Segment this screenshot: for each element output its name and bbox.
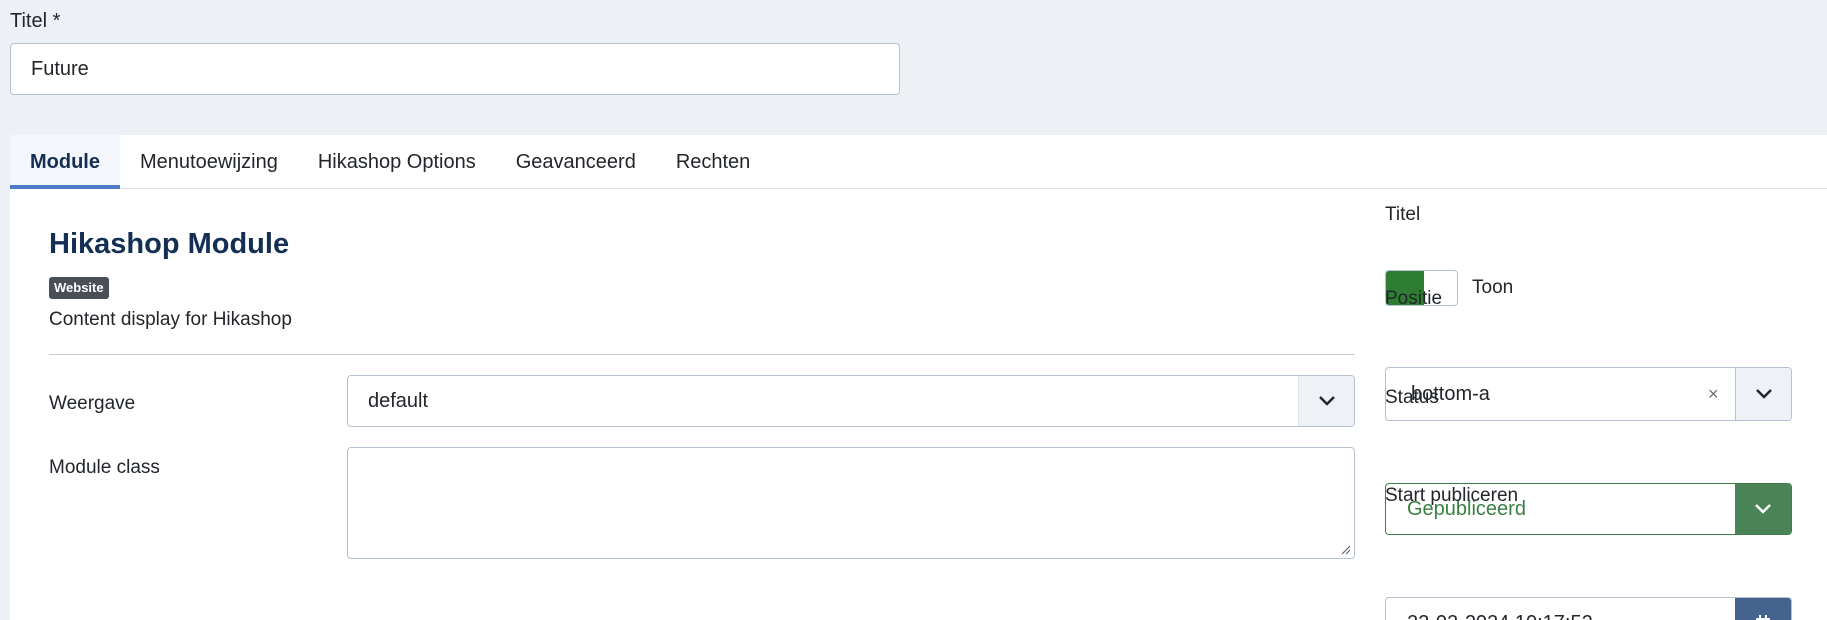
divider bbox=[49, 354, 1355, 355]
module-description: Content display for Hikashop bbox=[49, 309, 292, 330]
module-heading: Hikashop Module bbox=[49, 228, 290, 260]
module-class-textarea[interactable] bbox=[347, 447, 1355, 559]
module-class-label: Module class bbox=[49, 457, 160, 478]
tab-bar: Module Menutoewijzing Hikashop Options G… bbox=[10, 135, 1827, 189]
clear-icon[interactable]: × bbox=[1708, 384, 1719, 405]
chevron-down-icon[interactable] bbox=[1298, 376, 1354, 426]
module-panel: Module Menutoewijzing Hikashop Options G… bbox=[10, 135, 1827, 620]
start-publish-input[interactable]: 22-02-2024 10:17:52 bbox=[1385, 597, 1792, 620]
title-input[interactable] bbox=[10, 43, 900, 95]
start-publish-label: Start publiceren bbox=[1385, 485, 1519, 506]
toggle-text: Toon bbox=[1472, 277, 1514, 298]
resize-grip-icon[interactable] bbox=[1341, 545, 1351, 555]
title-label: Titel * bbox=[10, 10, 61, 32]
calendar-icon[interactable] bbox=[1735, 598, 1791, 620]
tab-rechten[interactable]: Rechten bbox=[656, 135, 771, 189]
position-label: Positie bbox=[1385, 288, 1443, 309]
tab-module[interactable]: Module bbox=[10, 135, 120, 189]
title-toggle-label: Titel bbox=[1385, 204, 1421, 225]
layout-label: Weergave bbox=[49, 393, 136, 414]
position-select[interactable]: bottom-a × bbox=[1385, 367, 1792, 421]
start-publish-value: 22-02-2024 10:17:52 bbox=[1407, 612, 1593, 620]
site-badge: Website bbox=[49, 277, 109, 299]
status-label: Status bbox=[1385, 387, 1439, 408]
chevron-down-icon[interactable] bbox=[1735, 368, 1791, 420]
tab-hikashop-options[interactable]: Hikashop Options bbox=[298, 135, 496, 189]
tab-geavanceerd[interactable]: Geavanceerd bbox=[496, 135, 656, 189]
layout-select-value: default bbox=[368, 390, 429, 412]
chevron-down-icon[interactable] bbox=[1735, 484, 1791, 534]
layout-select[interactable]: default bbox=[347, 375, 1355, 427]
tab-menutoewijzing[interactable]: Menutoewijzing bbox=[120, 135, 298, 189]
